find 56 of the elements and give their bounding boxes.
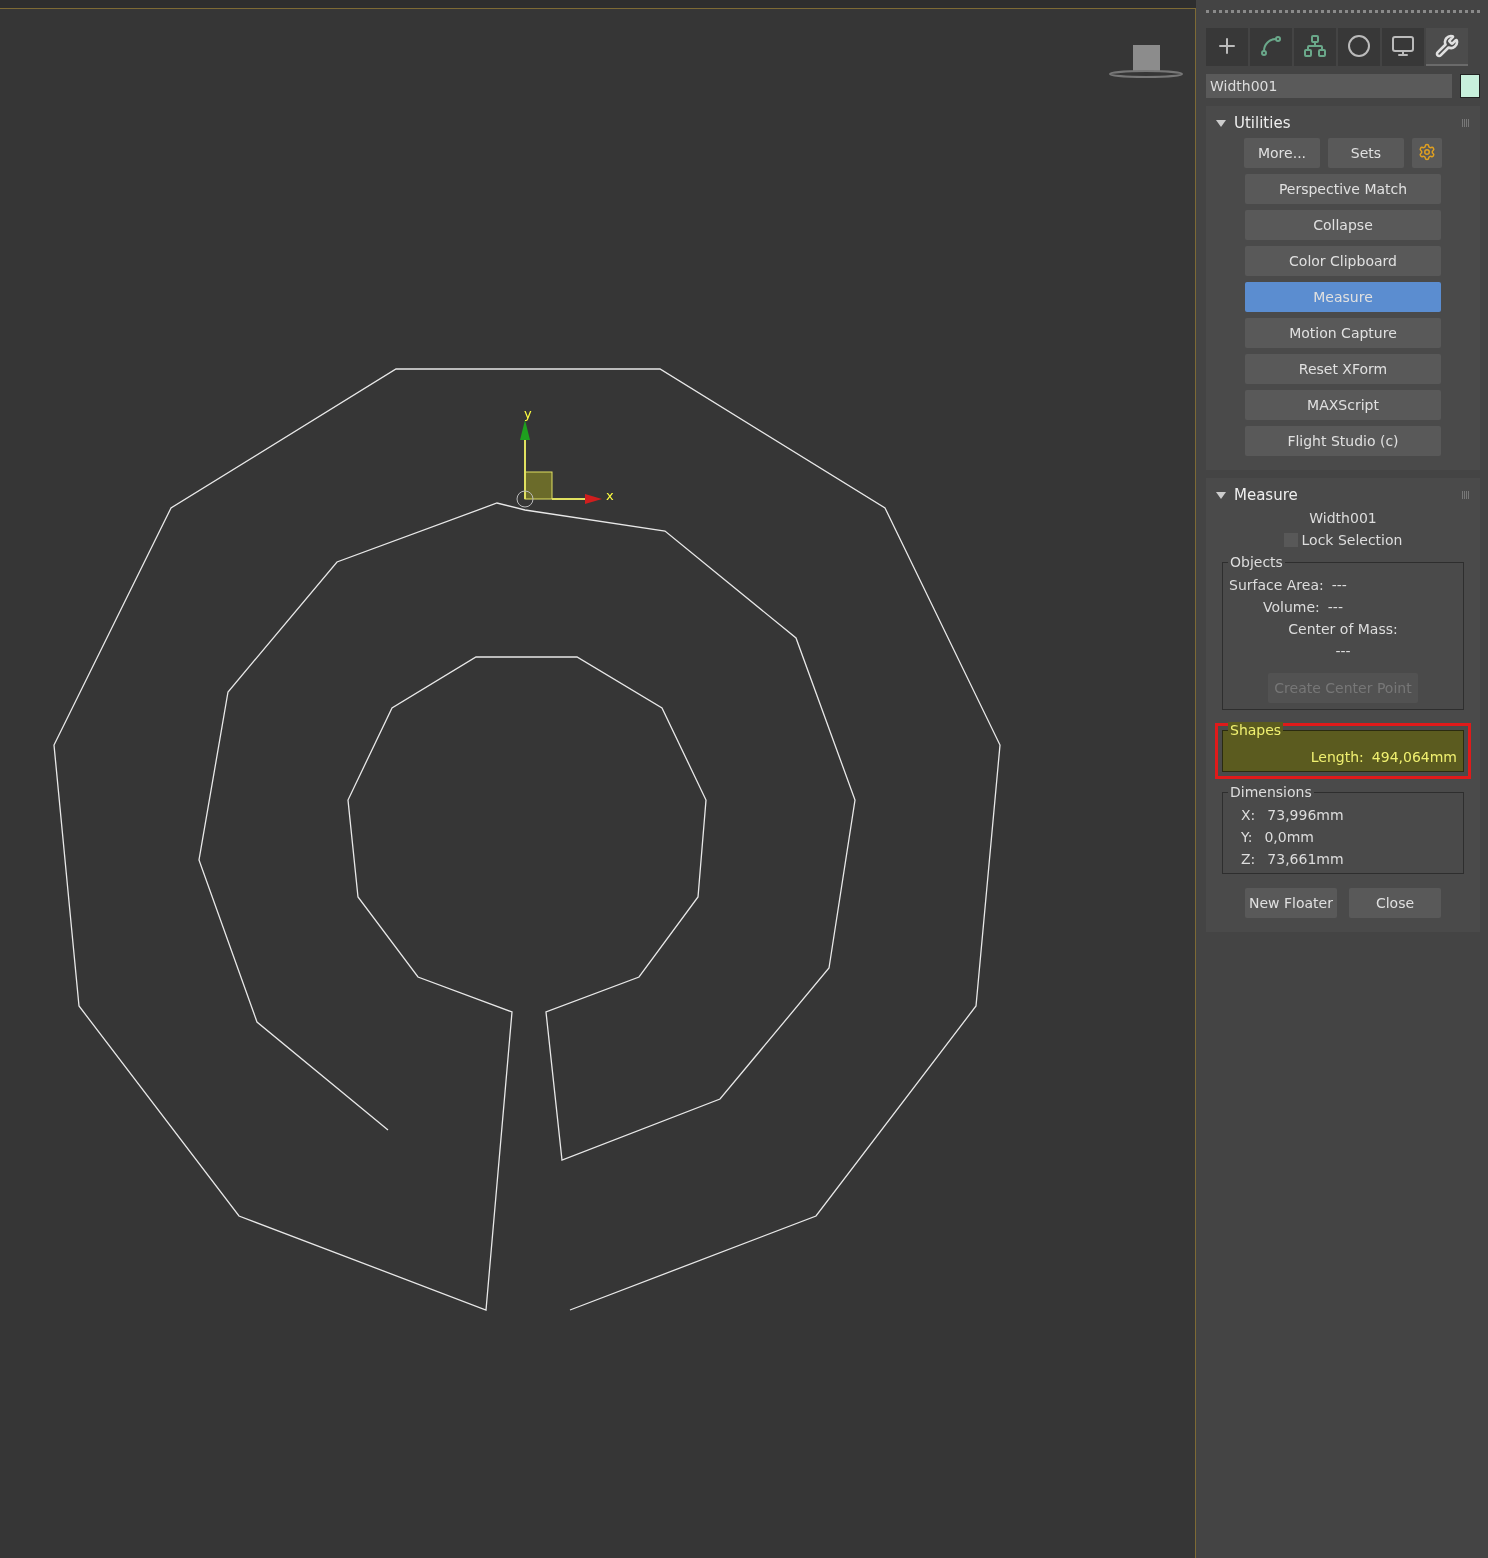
- rollout-title[interactable]: Utilities: [1234, 114, 1291, 132]
- configure-sets-button[interactable]: [1412, 138, 1442, 168]
- group-title: Dimensions: [1228, 784, 1314, 800]
- gear-icon: [1418, 142, 1436, 161]
- grip-icon[interactable]: [1462, 491, 1470, 499]
- utility-button[interactable]: Collapse: [1245, 210, 1441, 240]
- utility-button[interactable]: Motion Capture: [1245, 318, 1441, 348]
- modify-tab[interactable]: [1250, 28, 1292, 66]
- axis-label: x: [606, 488, 614, 503]
- utility-button[interactable]: Color Clipboard: [1245, 246, 1441, 276]
- field-label: Y:: [1241, 829, 1253, 845]
- object-color-swatch[interactable]: [1460, 74, 1480, 98]
- measure-button[interactable]: New Floater: [1245, 888, 1337, 918]
- field-value: 73,996mm: [1267, 807, 1344, 823]
- group-title: Shapes: [1228, 722, 1284, 738]
- utilities-tab[interactable]: [1426, 28, 1468, 66]
- field-label: Volume:: [1263, 599, 1320, 615]
- field-value: ---: [1335, 643, 1351, 659]
- viewcube-icon[interactable]: [1109, 45, 1183, 78]
- wrench-icon: [1435, 34, 1459, 58]
- field-label: Surface Area:: [1229, 577, 1324, 593]
- circle-icon: [1347, 34, 1371, 58]
- utility-button[interactable]: Flight Studio (c): [1245, 426, 1441, 456]
- grip-icon[interactable]: [1462, 119, 1470, 127]
- field-value: 0,0mm: [1264, 829, 1314, 845]
- hierarchy-icon: [1303, 34, 1327, 58]
- field-label: Z:: [1241, 851, 1256, 867]
- field-value: 73,661mm: [1267, 851, 1344, 867]
- transform-gizmo[interactable]: [516, 420, 602, 508]
- group-title: Objects: [1228, 554, 1285, 570]
- collapse-triangle-icon[interactable]: [1216, 491, 1226, 499]
- measure-button[interactable]: Close: [1349, 888, 1441, 918]
- field-value: ---: [1331, 577, 1347, 593]
- utility-button[interactable]: Perspective Match: [1245, 174, 1441, 204]
- viewport[interactable]: y x: [0, 8, 1196, 1558]
- display-tab[interactable]: [1382, 28, 1424, 66]
- collapse-triangle-icon[interactable]: [1216, 119, 1226, 127]
- utility-button[interactable]: MAXScript: [1245, 390, 1441, 420]
- utility-button[interactable]: Sets: [1328, 138, 1404, 168]
- monitor-icon: [1391, 34, 1415, 58]
- rollout-title[interactable]: Measure: [1234, 486, 1298, 504]
- hierarchy-tab[interactable]: [1294, 28, 1336, 66]
- field-label: Center of Mass:: [1288, 621, 1398, 637]
- field-value: 494,064mm: [1371, 749, 1457, 765]
- field-label: X:: [1241, 807, 1256, 823]
- axis-label: y: [524, 406, 532, 421]
- object-name-field[interactable]: Width001: [1206, 74, 1452, 98]
- field-label: Length:: [1310, 749, 1364, 765]
- motion-tab[interactable]: [1338, 28, 1380, 66]
- field-value: ---: [1327, 599, 1343, 615]
- curve-icon: [1259, 34, 1283, 58]
- checkbox-label: Lock Selection: [1301, 532, 1403, 548]
- create-tab[interactable]: [1206, 28, 1248, 66]
- utility-button[interactable]: More...: [1244, 138, 1320, 168]
- measured-object-name: Width001: [1309, 510, 1377, 526]
- utility-button[interactable]: Reset XForm: [1245, 354, 1441, 384]
